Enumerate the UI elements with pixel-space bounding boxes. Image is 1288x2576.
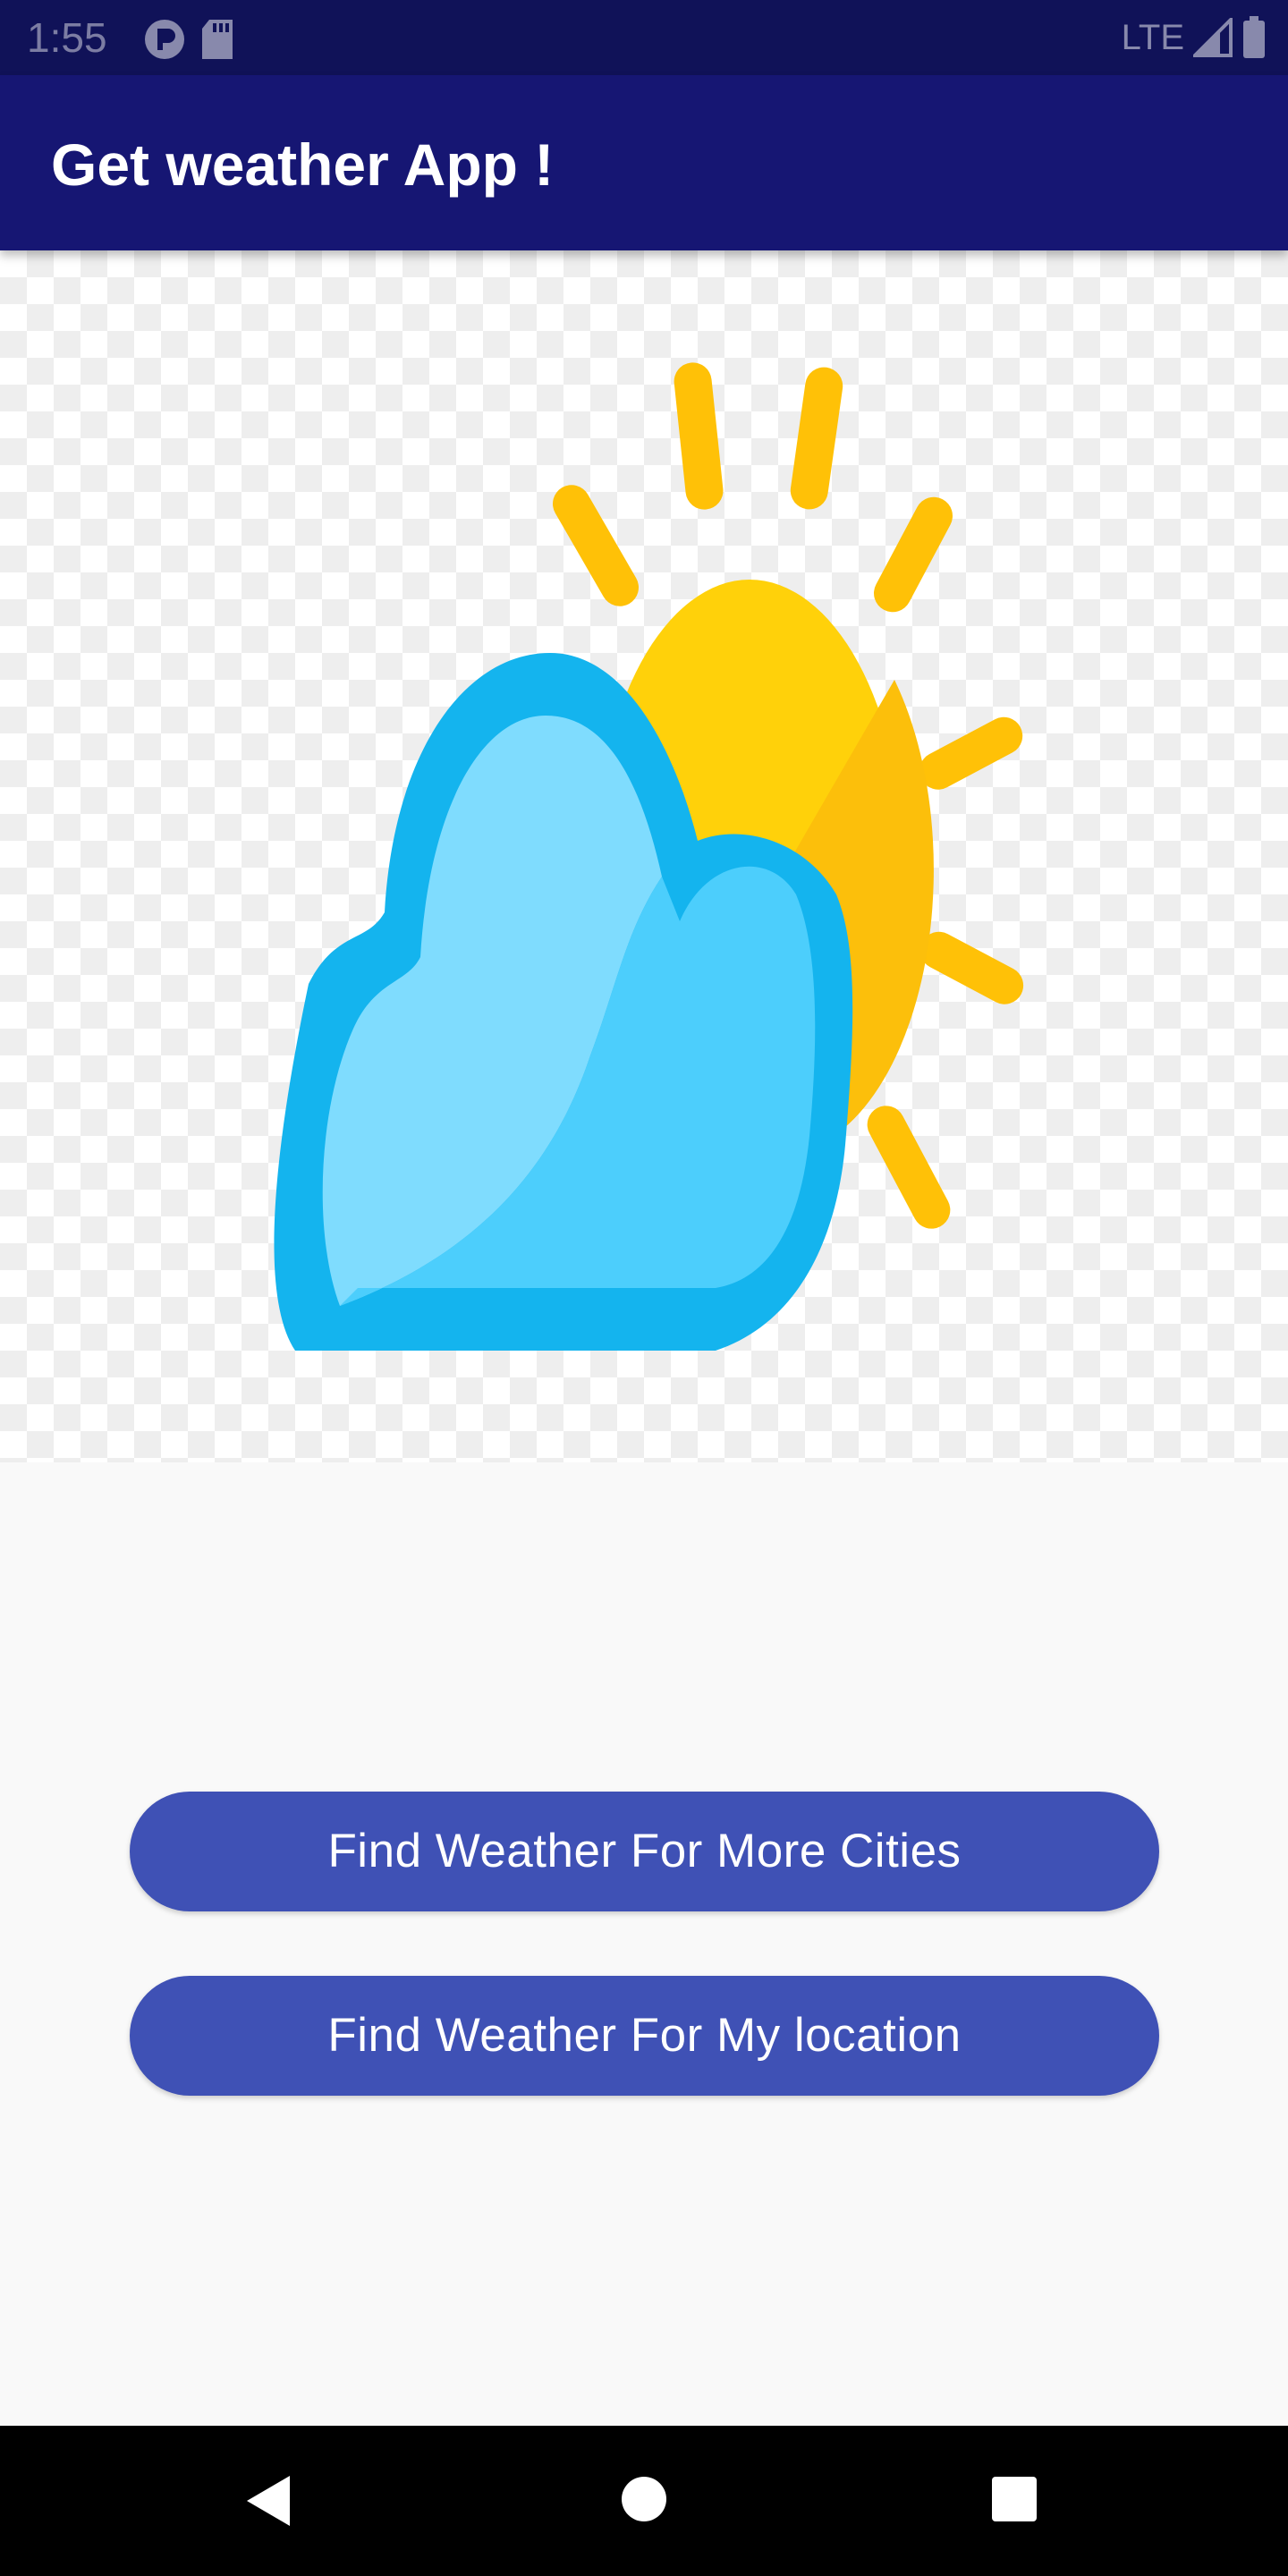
app-title: Get weather App ! (51, 131, 555, 198)
battery-icon (1243, 16, 1265, 58)
sd-card-icon (202, 20, 233, 59)
status-right-icons: LTE (1122, 16, 1267, 59)
find-weather-my-location-button[interactable]: Find Weather For My location (130, 1976, 1159, 2096)
recents-icon[interactable] (991, 2476, 1038, 2522)
back-icon[interactable] (243, 2472, 293, 2529)
status-bar: 1:55 LTE (0, 0, 1288, 75)
notification-icon (145, 20, 184, 59)
partly-cloudy-weather-icon (274, 362, 1024, 1351)
navigation-bar (0, 2426, 1288, 2576)
network-type: LTE (1121, 18, 1184, 57)
status-time: 1:55 (27, 14, 107, 61)
status-left-icons (143, 18, 236, 61)
hero-image (0, 250, 1288, 1462)
app-bar: Get weather App ! (0, 75, 1288, 250)
signal-icon (1193, 18, 1233, 57)
home-icon[interactable] (621, 2476, 667, 2522)
find-weather-more-cities-button[interactable]: Find Weather For More Cities (130, 1792, 1159, 1911)
